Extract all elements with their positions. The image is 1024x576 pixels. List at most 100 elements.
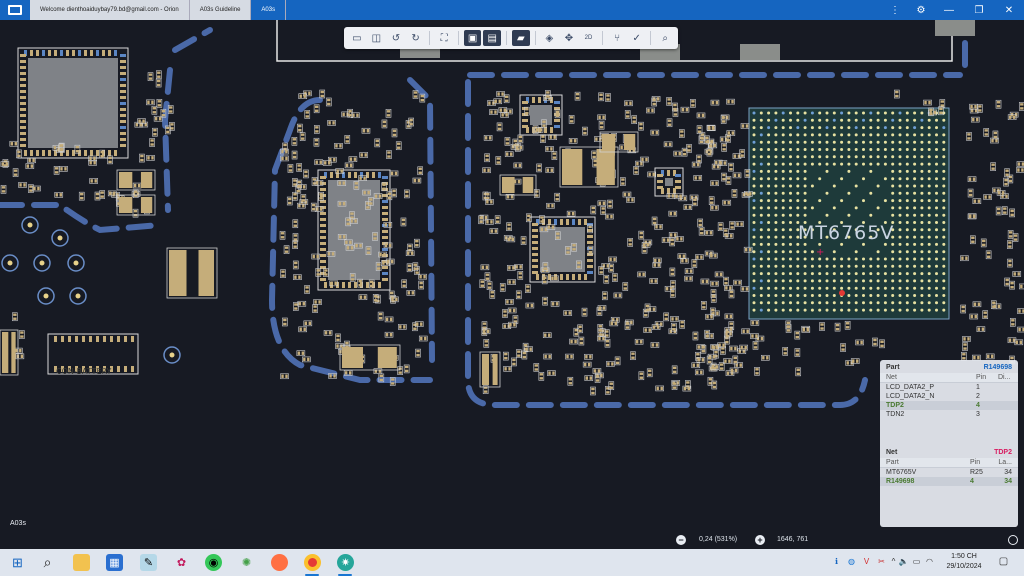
table-row-selected[interactable]: TDP2 4 xyxy=(880,401,1018,410)
network-tool-icon[interactable]: ✿ xyxy=(173,554,190,571)
bga-ball xyxy=(752,242,756,246)
clock[interactable]: 1:50 CH 29/10/2024 xyxy=(940,552,988,572)
restore-icon[interactable]: ❐ xyxy=(964,0,994,20)
2d-view-button[interactable]: 2D xyxy=(580,30,598,46)
col-net[interactable]: Net xyxy=(886,374,976,381)
col-layer[interactable]: La... xyxy=(994,459,1012,466)
fit-screen-icon[interactable]: ⛶ xyxy=(435,30,453,46)
tripadvisor-icon[interactable]: ◉ xyxy=(205,554,222,571)
file-explorer-icon[interactable] xyxy=(73,554,90,571)
col-di[interactable]: Di... xyxy=(998,374,1012,381)
component-pad xyxy=(298,128,302,132)
volume-icon[interactable]: 🔈 xyxy=(898,556,909,567)
label-icon[interactable]: ▰ xyxy=(512,30,530,46)
top-side-icon[interactable]: ▣ xyxy=(463,30,482,46)
tab-welcome[interactable]: Welcome dienthoaiduybay79.bd@gmail.com -… xyxy=(30,0,190,20)
rainbow-app-icon[interactable]: ✺ xyxy=(238,554,255,571)
component-pad xyxy=(373,237,377,240)
component-pad xyxy=(566,354,569,359)
notification-icon[interactable]: ▢ xyxy=(998,556,1009,567)
chrome-icon[interactable] xyxy=(304,554,321,571)
component-pad xyxy=(517,350,521,353)
display-icon[interactable]: ▭ xyxy=(911,556,922,567)
component-pad xyxy=(820,323,824,326)
paint-icon[interactable]: ✎ xyxy=(140,554,157,571)
firefox-icon[interactable] xyxy=(271,554,288,571)
route-icon[interactable]: ⑂ xyxy=(608,30,626,46)
snip-icon[interactable]: ✂ xyxy=(876,556,887,567)
info-icon[interactable]: ℹ xyxy=(831,556,842,567)
store-icon[interactable]: ▦ xyxy=(106,554,123,571)
col-pin[interactable]: Pin xyxy=(976,374,998,381)
tab-guideline[interactable]: A03s Guideline xyxy=(189,0,252,20)
zoom-out-icon[interactable]: − xyxy=(676,535,686,545)
component-pad xyxy=(726,139,730,142)
minimize-icon[interactable]: — xyxy=(934,0,964,20)
bga-ball xyxy=(927,221,931,224)
search-icon[interactable]: ⌕ xyxy=(39,554,56,571)
bottom-side-icon[interactable]: ▤ xyxy=(483,30,502,46)
col-part[interactable]: Part xyxy=(886,459,970,466)
rotate-right-icon[interactable]: ↻ xyxy=(407,30,425,46)
globe-icon[interactable] xyxy=(1008,535,1018,545)
search-icon[interactable]: ⌕ xyxy=(656,30,674,46)
bga-ball xyxy=(935,242,938,246)
toolbar-separator xyxy=(602,31,604,45)
table-row[interactable]: LCD_DATA2_P 1 xyxy=(880,383,1018,392)
component-pad xyxy=(109,191,112,196)
layers-icon[interactable]: ◈ xyxy=(541,30,559,46)
bga-ball xyxy=(789,294,792,297)
bga-ball xyxy=(752,221,756,224)
components-icon[interactable]: ✥ xyxy=(560,30,578,46)
component-pad xyxy=(656,325,660,329)
globe-icon[interactable]: ◍ xyxy=(846,556,857,567)
windows-start-icon[interactable]: ⊞ xyxy=(9,554,26,571)
bga-ball xyxy=(942,148,946,151)
layer-top-icon[interactable]: ▭ xyxy=(348,30,366,46)
qfn-pin xyxy=(522,125,528,128)
bga-ball xyxy=(942,242,946,246)
settings-gear-icon[interactable]: ⚙ xyxy=(908,0,934,20)
mirror-icon[interactable]: ◫ xyxy=(368,30,386,46)
component-pad xyxy=(820,327,824,330)
bga-ball xyxy=(927,286,931,290)
bga-ball xyxy=(891,155,895,159)
qfn-pin xyxy=(36,50,39,56)
component-pad xyxy=(631,356,635,359)
bga-ball xyxy=(789,148,792,151)
bga-ball xyxy=(913,126,917,130)
bga-ball xyxy=(898,148,902,151)
rotate-left-icon[interactable]: ↺ xyxy=(387,30,405,46)
component-pad xyxy=(527,218,531,221)
component-pad xyxy=(297,184,301,188)
orion-app-icon[interactable]: ✷ xyxy=(337,554,354,571)
table-row[interactable]: TDN2 3 xyxy=(880,410,1018,419)
connector-pin xyxy=(82,336,85,342)
bga-ball xyxy=(796,148,800,151)
table-row[interactable]: MT6765V R25 34 xyxy=(880,468,1018,477)
close-icon[interactable]: ✕ xyxy=(994,0,1024,20)
connector-pin xyxy=(89,336,92,342)
zoom-in-icon[interactable]: + xyxy=(755,535,765,545)
wifi-icon[interactable]: ◠ xyxy=(924,556,935,567)
component-pad xyxy=(968,193,973,197)
component-pad xyxy=(293,241,297,244)
pcb-canvas[interactable]: + MT6765V CON-BATTERY xyxy=(0,20,1024,531)
table-row-selected[interactable]: R149698 4 34 xyxy=(880,477,1018,486)
table-row[interactable]: LCD_DATA2_N 2 xyxy=(880,392,1018,401)
part-ref[interactable]: R149698 xyxy=(984,364,1012,371)
bga-ball xyxy=(759,199,763,203)
bga-ball xyxy=(796,279,800,283)
more-vert-icon[interactable]: ⋮ xyxy=(882,0,908,20)
bga-ball xyxy=(832,301,836,305)
qfn-pin xyxy=(522,101,528,104)
measure-icon[interactable]: ✓ xyxy=(628,30,646,46)
net-ref[interactable]: TDP2 xyxy=(994,449,1012,456)
bga-ball xyxy=(913,286,917,290)
app-logo-icon[interactable] xyxy=(0,0,30,20)
col-pin[interactable]: Pin xyxy=(970,459,994,466)
v-app-icon[interactable]: V xyxy=(861,556,872,567)
tab-a03s[interactable]: A03s xyxy=(251,0,287,20)
bga-ball xyxy=(876,250,880,254)
component-pad xyxy=(285,149,288,154)
